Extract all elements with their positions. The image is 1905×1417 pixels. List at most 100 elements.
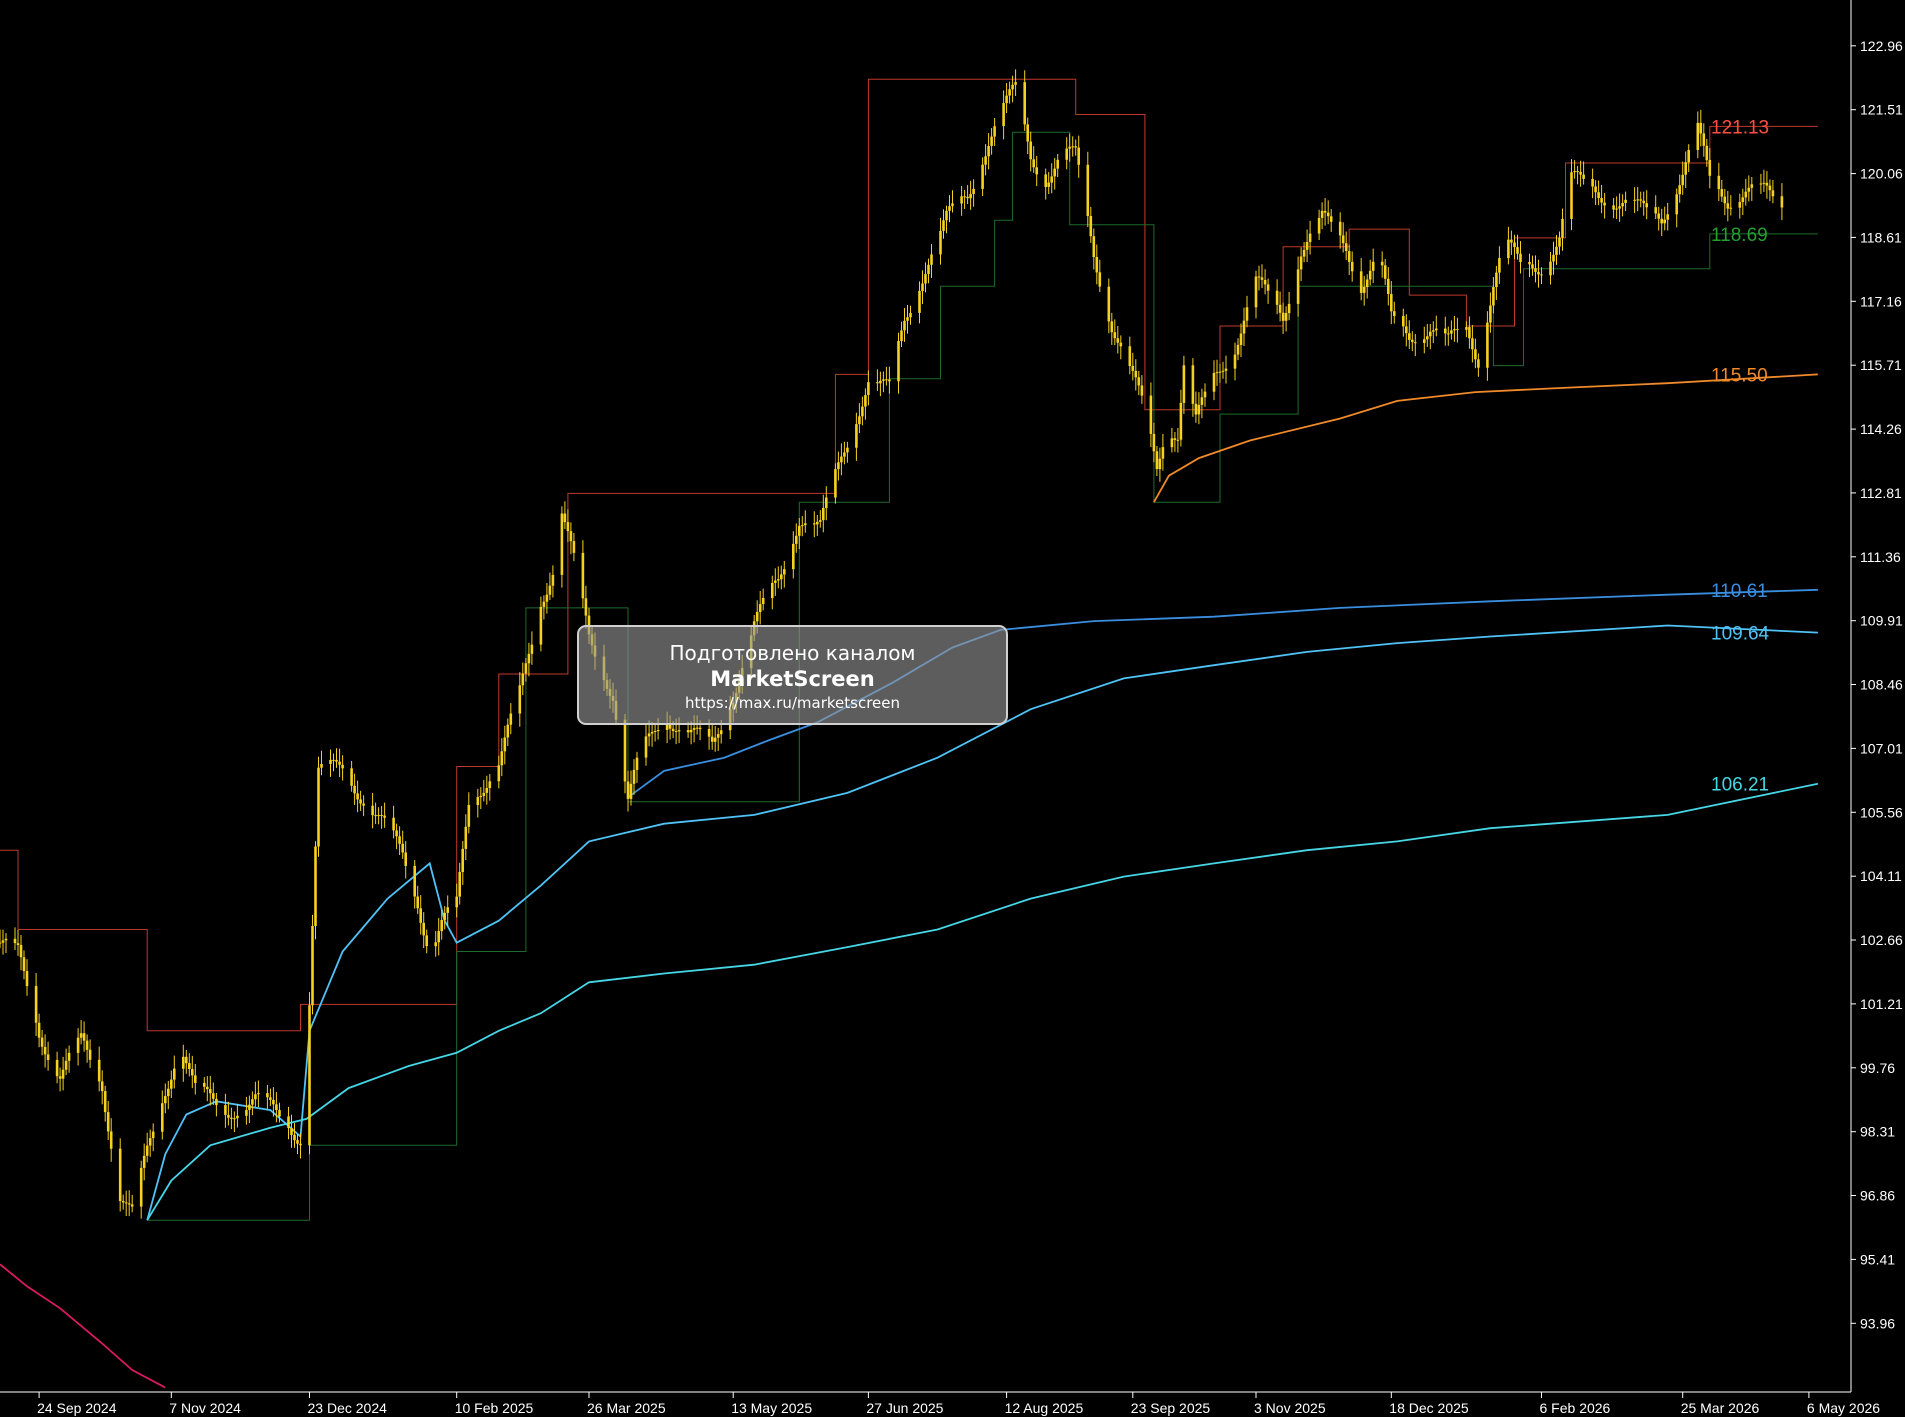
candle-body xyxy=(1194,403,1198,415)
candle-body xyxy=(1741,197,1745,202)
candle-body xyxy=(1242,320,1246,334)
candle-body xyxy=(1317,217,1321,234)
candle-body xyxy=(581,552,585,599)
x-tick-label: 10 Feb 2025 xyxy=(455,1400,534,1416)
candle-body xyxy=(1738,201,1742,208)
candle-body xyxy=(1612,205,1615,210)
candle-body xyxy=(650,732,654,734)
candle-body xyxy=(1092,236,1096,257)
candle-body xyxy=(164,1096,167,1104)
candle-body xyxy=(1450,330,1453,334)
candle-body xyxy=(987,146,990,157)
candle-body xyxy=(269,1097,272,1100)
candle-body xyxy=(422,922,425,936)
y-tick-label: 115.71 xyxy=(1860,357,1902,373)
candle-body xyxy=(1197,404,1201,415)
candle-body xyxy=(455,896,458,908)
candle-body xyxy=(1699,122,1703,134)
candle-body xyxy=(674,731,678,732)
candle-body xyxy=(1744,191,1748,198)
candle-body xyxy=(1218,371,1222,373)
x-tick-label: 12 Aug 2025 xyxy=(1005,1400,1084,1416)
candle-body xyxy=(798,525,801,536)
candle-body xyxy=(356,793,359,800)
candle-body xyxy=(656,730,660,732)
candle-body xyxy=(1281,312,1285,321)
candle-body xyxy=(1573,171,1576,173)
y-tick-label: 104.11 xyxy=(1860,868,1902,884)
candle-body xyxy=(1393,311,1396,316)
candle-body xyxy=(1492,287,1495,306)
candle-body xyxy=(194,1075,197,1083)
candle-body xyxy=(1137,377,1141,386)
candle-body xyxy=(1140,385,1144,396)
candle-body xyxy=(145,1145,149,1156)
candle-body xyxy=(1705,145,1709,161)
candle-body xyxy=(1582,174,1585,179)
candle-body xyxy=(1552,254,1555,262)
candle-body xyxy=(927,264,930,274)
candle-body xyxy=(1161,447,1165,459)
candle-body xyxy=(1411,339,1414,343)
candle-body xyxy=(103,1091,107,1113)
candle-body xyxy=(1119,342,1123,347)
y-tick-label: 101.21 xyxy=(1860,996,1903,1012)
candle-body xyxy=(488,781,492,788)
candle-body xyxy=(716,734,720,738)
candle-body xyxy=(383,815,386,818)
candle-body xyxy=(395,830,398,837)
x-tick-label: 7 Nov 2024 xyxy=(169,1400,241,1416)
candle-body xyxy=(1155,451,1159,470)
candle-body xyxy=(1633,199,1636,201)
y-tick-label: 117.16 xyxy=(1860,293,1902,309)
candle-body xyxy=(990,136,993,146)
candle-body xyxy=(299,1143,302,1146)
candle-body xyxy=(503,737,507,752)
candle-body xyxy=(1344,243,1348,251)
candle-body xyxy=(40,1037,44,1047)
y-tick-label: 109.91 xyxy=(1860,613,1903,629)
candle-body xyxy=(1516,247,1519,254)
candle-body xyxy=(374,815,377,817)
candle-body xyxy=(1660,218,1663,224)
candle-body xyxy=(1594,186,1597,193)
candle-body xyxy=(34,986,38,1023)
candle-body xyxy=(1429,331,1432,337)
candle-body xyxy=(1131,365,1135,371)
candle-body xyxy=(185,1056,188,1064)
candle-body xyxy=(1549,261,1552,276)
candle-body xyxy=(1089,216,1093,237)
candle-body xyxy=(479,795,483,798)
candle-body xyxy=(1423,339,1426,343)
candle-body xyxy=(1771,190,1775,197)
candle-body xyxy=(142,1155,146,1168)
candle-body xyxy=(272,1099,275,1105)
candle-body xyxy=(963,196,966,198)
candle-body xyxy=(182,1056,185,1069)
candle-body xyxy=(774,580,777,583)
candle-body xyxy=(710,736,714,742)
x-tick-label: 25 Mar 2026 xyxy=(1681,1400,1760,1416)
candle-body xyxy=(1200,397,1204,405)
candle-body xyxy=(76,1037,80,1053)
candle-body xyxy=(1408,333,1411,340)
candle-body xyxy=(855,424,858,448)
candle-body xyxy=(1468,327,1471,339)
candle-body xyxy=(897,341,900,382)
candle-body xyxy=(1537,271,1540,275)
candle-body xyxy=(572,541,576,553)
candle-body xyxy=(560,513,564,575)
price-label: 110.61 xyxy=(1711,581,1768,602)
candle-body xyxy=(1074,146,1077,148)
candle-body xyxy=(416,896,419,909)
candle-body xyxy=(67,1052,71,1061)
candle-body xyxy=(1618,206,1621,209)
candle-body xyxy=(58,1076,62,1079)
candle-body xyxy=(1203,391,1207,398)
candle-body xyxy=(215,1098,218,1106)
candle-body xyxy=(816,521,819,525)
candle-body xyxy=(139,1167,143,1207)
candle-body xyxy=(1432,330,1435,332)
candle-body xyxy=(1245,307,1249,321)
candle-body xyxy=(1077,147,1080,165)
